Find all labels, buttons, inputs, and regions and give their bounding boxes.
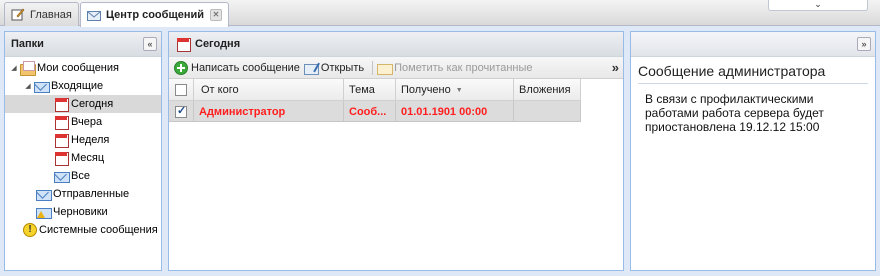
tree-item-label: Черновики (53, 206, 108, 218)
column-from[interactable]: От кого (194, 79, 344, 101)
tab-message-center-label: Центр сообщений (106, 9, 205, 21)
tree-item-label: Месяц (71, 152, 105, 164)
tree-item-label: Неделя (71, 134, 110, 146)
draft-icon (35, 205, 52, 219)
tree-item-drafts[interactable]: Черновики (5, 203, 161, 221)
column-attachments[interactable]: Вложения (514, 79, 581, 101)
envelope-icon (35, 187, 52, 201)
select-all-checkbox[interactable] (169, 79, 194, 101)
close-icon[interactable]: ✕ (210, 9, 223, 21)
cell-subject: Сооб... (344, 101, 396, 122)
preview-header: » (631, 32, 875, 57)
tree-item-label: Сегодня (71, 98, 114, 110)
tree-item-all[interactable]: Все (5, 167, 161, 185)
mark-read-label: Пометить как прочитанные (394, 61, 533, 74)
column-received-label: Получено (401, 84, 451, 96)
add-icon (174, 60, 188, 75)
list-header: Сегодня (169, 32, 623, 57)
warning-icon (21, 223, 37, 237)
tree-item-system-messages[interactable]: Системные сообщения (5, 221, 161, 239)
mark-read-icon (377, 61, 394, 75)
table-row[interactable]: Администратор Сооб... 01.01.1901 00:00 (169, 101, 581, 122)
tree-item-yesterday[interactable]: Вчера (5, 113, 161, 131)
toolbar-separator (372, 60, 374, 75)
preview-body: В связи с профилактическими работами раб… (645, 92, 824, 134)
calendar-icon (53, 97, 69, 112)
preview-title: Сообщение администратора (638, 63, 868, 84)
folders-title: Папки (11, 38, 44, 50)
tree-item-today[interactable]: Сегодня (5, 95, 161, 113)
toolbar-overflow-button[interactable]: » (612, 60, 619, 75)
compose-button[interactable]: Написать сообщение (174, 60, 300, 75)
column-received[interactable]: Получено ▼ (396, 79, 514, 101)
chevron-down-icon[interactable]: ⌄ (768, 0, 868, 11)
tree-item-label: Отправленные (53, 188, 130, 200)
checkbox-checked-icon (175, 104, 187, 118)
mark-read-button[interactable]: Пометить как прочитанные (377, 61, 533, 75)
tree-item-week[interactable]: Неделя (5, 131, 161, 149)
column-subject[interactable]: Тема (344, 79, 396, 101)
list-title: Сегодня (195, 38, 241, 50)
tree-item-month[interactable]: Месяц (5, 149, 161, 167)
grid-header: От кого Тема Получено ▼ Вложения (169, 79, 581, 101)
sort-desc-icon: ▼ (455, 86, 463, 94)
tab-message-center[interactable]: Центр сообщений ✕ (80, 2, 230, 27)
tab-bar: Главная Центр сообщений ✕ ⌄ (0, 0, 880, 27)
message-list-panel: Сегодня Написать сообщение Открыть Помет… (168, 31, 624, 271)
envelope-icon (53, 169, 70, 183)
tree-item-my-messages[interactable]: ◢ Мои сообщения (5, 59, 161, 77)
preview-panel: » Сообщение администратора В связи с про… (630, 31, 876, 271)
message-grid: От кого Тема Получено ▼ Вложения Админис… (169, 79, 623, 122)
expand-icon[interactable]: ◢ (23, 82, 33, 90)
folders-header: Папки « (5, 32, 161, 57)
tab-home-label: Главная (30, 8, 72, 21)
checkbox-icon (175, 84, 187, 96)
open-envelope-icon (303, 61, 319, 75)
tree-item-label: Вчера (71, 116, 103, 128)
collapse-left-icon[interactable]: « (143, 37, 157, 51)
cell-received: 01.01.1901 00:00 (396, 101, 514, 122)
collapse-right-icon[interactable]: » (857, 37, 871, 51)
row-checkbox[interactable] (169, 101, 194, 122)
tree-item-label: Все (71, 170, 90, 182)
cell-from: Администратор (194, 101, 344, 122)
folder-tree: ◢ Мои сообщения ◢ Входящие Сегодня Вчера… (5, 57, 161, 239)
tree-item-label: Системные сообщения (39, 224, 158, 236)
tree-item-label: Входящие (51, 80, 104, 92)
calendar-icon (53, 133, 69, 148)
envelope-icon (87, 9, 101, 22)
tree-item-sent[interactable]: Отправленные (5, 185, 161, 203)
cell-attachments (514, 101, 581, 122)
list-toolbar: Написать сообщение Открыть Пометить как … (169, 57, 623, 79)
open-button[interactable]: Открыть (303, 61, 365, 75)
folders-panel: Папки « ◢ Мои сообщения ◢ Входящие Сегод… (4, 31, 162, 271)
edit-icon (11, 8, 25, 21)
expand-icon[interactable]: ◢ (9, 64, 19, 72)
envelope-icon (33, 79, 50, 93)
tree-item-label: Мои сообщения (37, 62, 119, 74)
calendar-icon (53, 115, 69, 130)
open-label: Открыть (320, 61, 365, 74)
calendar-icon (53, 151, 69, 166)
tab-home[interactable]: Главная (4, 2, 79, 26)
tree-item-inbox[interactable]: ◢ Входящие (5, 77, 161, 95)
compose-label: Написать сообщение (191, 61, 300, 74)
folder-icon (19, 61, 36, 76)
calendar-icon (175, 37, 191, 52)
